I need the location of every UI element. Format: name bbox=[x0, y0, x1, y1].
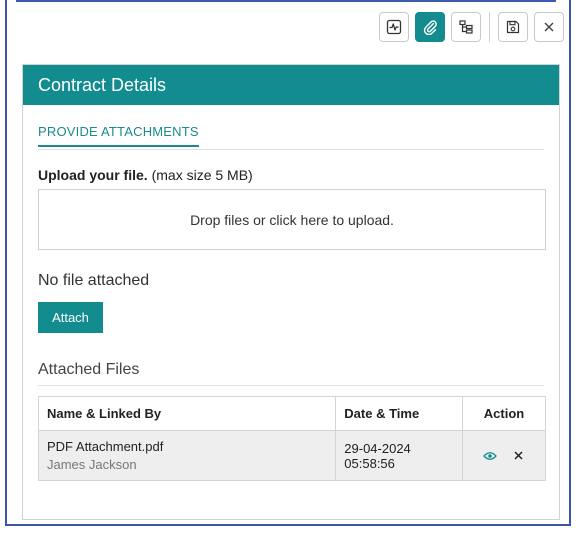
paperclip-icon bbox=[422, 19, 438, 35]
attached-files-table: Name & Linked By Date & Time Action PDF … bbox=[37, 396, 546, 481]
contract-details-card: Contract Details PROVIDE ATTACHMENTS Upl… bbox=[22, 64, 560, 520]
hierarchy-button[interactable] bbox=[451, 12, 481, 42]
column-header-name: Name & Linked By bbox=[37, 396, 337, 431]
tab-provide-attachments[interactable]: PROVIDE ATTACHMENTS bbox=[38, 124, 199, 147]
upload-label-bold: Upload your file. bbox=[38, 167, 148, 183]
column-header-date: Date & Time bbox=[335, 396, 464, 431]
card-header: Contract Details bbox=[23, 65, 559, 105]
close-icon bbox=[542, 20, 556, 34]
save-button[interactable] bbox=[498, 12, 528, 42]
tree-icon bbox=[458, 19, 474, 35]
file-name-cell: PDF Attachment.pdf James Jackson bbox=[37, 430, 337, 481]
column-header-action: Action bbox=[462, 396, 546, 431]
linked-by: James Jackson bbox=[47, 457, 137, 472]
upload-label: Upload your file. (max size 5 MB) bbox=[38, 167, 253, 183]
file-time: 05:58:56 bbox=[344, 455, 395, 471]
file-name: PDF Attachment.pdf bbox=[47, 439, 164, 454]
attached-files-title: Attached Files bbox=[38, 361, 140, 378]
attached-files-divider bbox=[38, 385, 544, 386]
section-divider bbox=[38, 149, 544, 150]
toolbar-separator bbox=[489, 12, 490, 42]
card-title: Contract Details bbox=[38, 74, 167, 95]
close-button[interactable] bbox=[534, 12, 564, 42]
eye-icon[interactable] bbox=[483, 451, 497, 461]
dropzone-text: Drop files or click here to upload. bbox=[190, 211, 394, 228]
delete-icon[interactable] bbox=[514, 451, 523, 460]
save-icon bbox=[505, 19, 521, 35]
table-header-row: Name & Linked By Date & Time Action bbox=[37, 396, 546, 431]
attachments-button[interactable] bbox=[415, 12, 445, 42]
activity-button[interactable] bbox=[379, 12, 409, 42]
table-row: PDF Attachment.pdf James Jackson 29-04-2… bbox=[37, 430, 546, 481]
date-time-cell: 29-04-2024 05:58:56 bbox=[335, 430, 464, 481]
file-date: 29-04-2024 bbox=[344, 440, 411, 456]
action-cell bbox=[462, 430, 546, 481]
file-dropzone[interactable]: Drop files or click here to upload. bbox=[38, 189, 546, 250]
activity-icon bbox=[386, 19, 402, 35]
upload-size-hint: (max size 5 MB) bbox=[151, 167, 253, 183]
toolbar bbox=[373, 11, 564, 43]
attach-button[interactable]: Attach bbox=[38, 302, 103, 333]
no-file-status: No file attached bbox=[38, 272, 150, 289]
